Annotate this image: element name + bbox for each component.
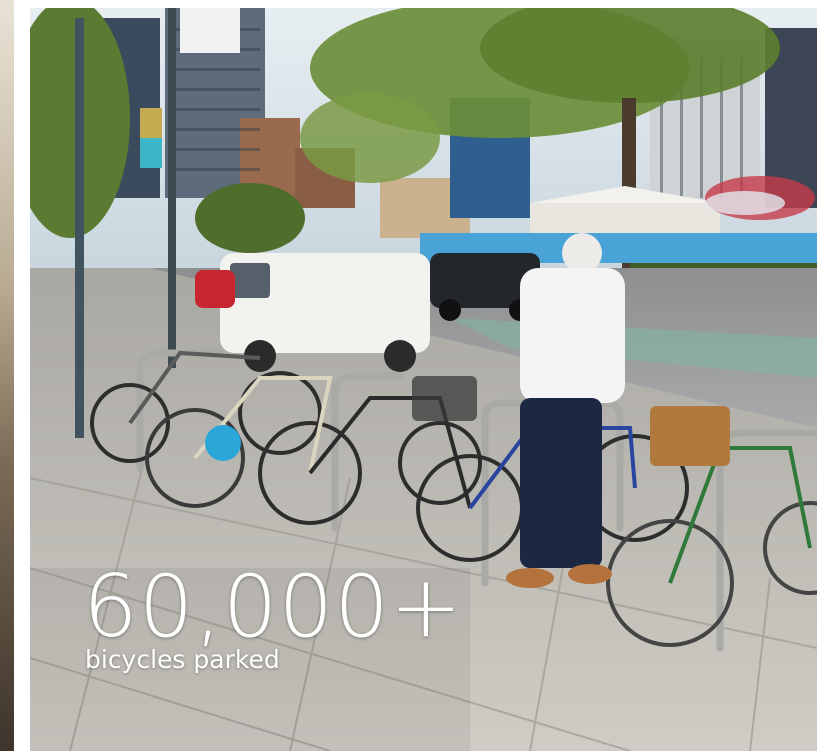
bicycle-parking-photo [30, 8, 817, 751]
left-photo-edge [0, 0, 14, 751]
blue-helmet [205, 425, 241, 461]
red-car [195, 270, 235, 308]
bike-basket-wire [412, 376, 477, 421]
infographic-panel: 60,000+ bicycles parked [0, 0, 817, 751]
caption-shade [30, 568, 470, 751]
bike-basket-wicker [650, 406, 730, 466]
street-scene-illustration [30, 8, 817, 751]
